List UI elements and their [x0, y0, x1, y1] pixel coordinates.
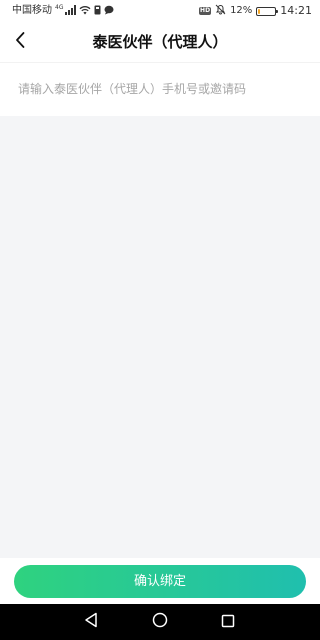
system-recents-button[interactable] — [219, 613, 237, 631]
system-nav-bar — [0, 604, 320, 640]
carrier-name: 中国移动 — [12, 5, 52, 16]
system-home-button[interactable] — [151, 612, 169, 632]
content-area — [0, 116, 320, 558]
status-bar: 中国移动 4G HD 12% 14:21 — [0, 0, 320, 22]
back-arrow-icon — [14, 31, 26, 53]
notification-app-icon — [94, 5, 101, 18]
back-button[interactable] — [8, 30, 32, 54]
battery-level — [258, 8, 261, 14]
mute-icon — [215, 4, 226, 18]
system-back-button[interactable] — [82, 612, 100, 632]
nav-header: 泰医伙伴（代理人） — [0, 22, 320, 62]
square-recents-icon — [221, 613, 235, 632]
battery-percent: 12% — [230, 5, 253, 16]
status-right: HD 12% 14:21 — [199, 4, 312, 18]
hd-badge: HD — [199, 7, 212, 15]
status-left: 中国移动 4G — [12, 4, 114, 18]
triangle-back-icon — [84, 612, 98, 632]
message-icon — [104, 5, 114, 18]
partner-code-input[interactable] — [18, 75, 308, 103]
invite-input-row — [0, 62, 320, 116]
clock: 14:21 — [280, 4, 312, 17]
circle-home-icon — [152, 612, 168, 632]
confirm-bind-button[interactable]: 确认绑定 — [14, 565, 306, 598]
bottom-bar: 确认绑定 — [0, 558, 320, 604]
wifi-icon — [79, 5, 91, 18]
signal-icon — [65, 4, 77, 18]
page-title: 泰医伙伴（代理人） — [92, 33, 228, 51]
network-type: 4G — [55, 4, 64, 11]
battery-icon — [256, 6, 279, 16]
